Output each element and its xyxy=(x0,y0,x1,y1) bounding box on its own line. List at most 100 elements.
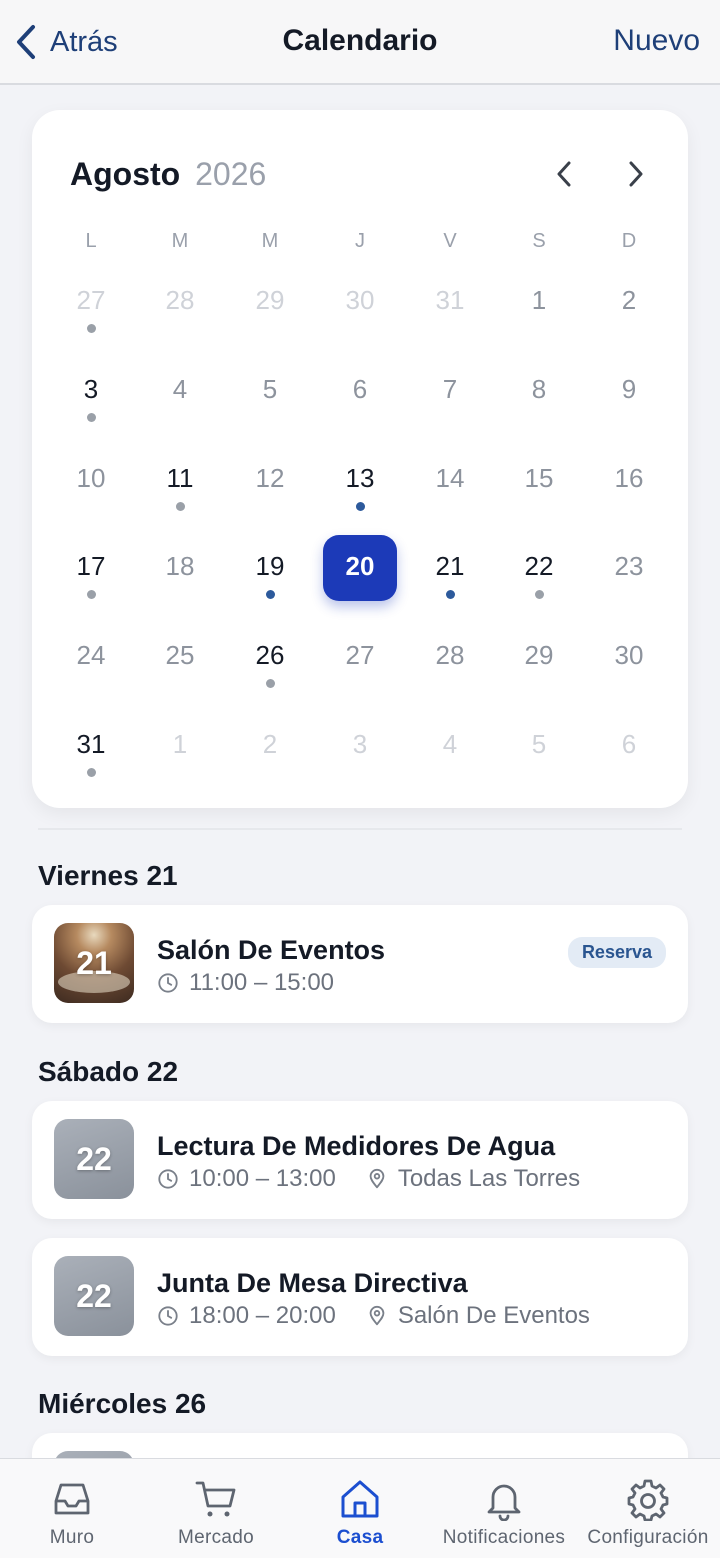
calendar-day[interactable]: 3 xyxy=(54,358,128,424)
event-card[interactable]: 22 Lectura De Medidores De Agua 10:00 – … xyxy=(32,1101,688,1219)
tab-configuracion[interactable]: Configuración xyxy=(576,1459,720,1558)
tab-casa[interactable]: Casa xyxy=(288,1459,432,1558)
event-dot xyxy=(86,324,96,333)
calendar-day[interactable]: 5 xyxy=(233,358,307,424)
calendar-day[interactable]: 6 xyxy=(323,358,397,424)
calendar-day[interactable]: 3 xyxy=(323,713,397,779)
day-number: 1 xyxy=(172,729,188,759)
calendar-day[interactable]: 7 xyxy=(413,358,487,424)
tab-mercado[interactable]: Mercado xyxy=(144,1459,288,1558)
calendar-day[interactable]: 28 xyxy=(413,624,487,690)
calendar-day[interactable]: 11 xyxy=(143,447,217,513)
calendar-day[interactable]: 27 xyxy=(54,269,128,335)
calendar-day[interactable]: 2 xyxy=(233,713,307,779)
event-meta: 18:00 – 20:00 Salón De Eventos xyxy=(157,1302,590,1330)
calendar-day[interactable]: 22 xyxy=(502,535,576,601)
calendar-day[interactable]: 23 xyxy=(592,535,666,601)
event-name: Lectura De Medidores De Agua xyxy=(157,1131,556,1161)
day-number: 28 xyxy=(435,640,465,670)
day-number: 1 xyxy=(531,285,547,315)
event-day-number: 21 xyxy=(76,944,112,981)
event-day-number: 22 xyxy=(76,1277,112,1314)
event-card[interactable]: 22 Junta De Mesa Directiva 18:00 – 20:00… xyxy=(32,1238,688,1356)
event-location: Salón De Eventos xyxy=(397,1302,590,1329)
calendar-day[interactable]: 16 xyxy=(592,447,666,513)
calendar-day[interactable]: 29 xyxy=(502,624,576,690)
calendar-day[interactable]: 4 xyxy=(413,713,487,779)
day-number: 25 xyxy=(165,640,195,670)
day-number: 3 xyxy=(83,374,99,404)
calendar-day[interactable]: 1 xyxy=(502,269,576,335)
calendar-day[interactable]: 30 xyxy=(323,269,397,335)
status-badge: Reserva xyxy=(567,937,666,968)
event-thumbnail: 22 xyxy=(54,1119,134,1199)
day-number: 2 xyxy=(262,729,278,759)
event-time: 10:00 – 13:00 xyxy=(189,1165,336,1192)
calendar-day[interactable]: 27 xyxy=(323,624,397,690)
calendar-day[interactable]: 18 xyxy=(143,535,217,601)
calendar-day[interactable]: 13 xyxy=(323,447,397,513)
day-number: 10 xyxy=(76,463,106,493)
event-time: 18:00 – 20:00 xyxy=(189,1302,336,1329)
calendar-day[interactable]: 4 xyxy=(143,358,217,424)
tab-label: Muro xyxy=(49,1527,95,1548)
day-number: 17 xyxy=(76,551,106,581)
calendar-day[interactable]: 9 xyxy=(592,358,666,424)
day-number: 3 xyxy=(352,729,368,759)
calendar-day[interactable]: 8 xyxy=(502,358,576,424)
weekday-label: M xyxy=(261,230,279,252)
day-number: 24 xyxy=(76,640,106,670)
event-card[interactable]: 21 Salón De Eventos 11:00 – 15:00 Reserv… xyxy=(32,905,688,1023)
calendar-day[interactable]: 26 xyxy=(233,624,307,690)
calendar-day[interactable]: 15 xyxy=(502,447,576,513)
day-number: 19 xyxy=(255,551,285,581)
calendar-day[interactable]: 25 xyxy=(143,624,217,690)
day-number: 9 xyxy=(621,374,637,404)
day-number: 6 xyxy=(621,729,637,759)
day-number: 13 xyxy=(345,463,375,493)
calendar-day[interactable]: 19 xyxy=(233,535,307,601)
clock-icon xyxy=(158,1306,178,1326)
calendar-day[interactable]: 2 xyxy=(592,269,666,335)
event-meta: 10:00 – 13:00 Todas Las Torres xyxy=(157,1165,580,1193)
tab-muro[interactable]: Muro xyxy=(0,1459,144,1558)
day-number: 14 xyxy=(435,463,465,493)
day-number: 5 xyxy=(531,729,547,759)
event-dot xyxy=(445,590,455,599)
section-title: Viernes 21 xyxy=(38,860,178,891)
calendar-day[interactable]: 24 xyxy=(54,624,128,690)
calendar-day[interactable]: 5 xyxy=(502,713,576,779)
calendar-day[interactable]: 28 xyxy=(143,269,217,335)
day-number: 6 xyxy=(352,374,368,404)
calendar-day[interactable]: 6 xyxy=(592,713,666,779)
day-number: 28 xyxy=(165,285,195,315)
calendar-day-selected[interactable]: 20 xyxy=(323,535,397,601)
chevron-left-icon xyxy=(557,161,571,187)
weekday-label: M xyxy=(171,230,189,252)
day-number: 23 xyxy=(614,551,644,581)
day-number: 11 xyxy=(166,463,194,493)
day-number: 27 xyxy=(76,285,106,315)
calendar-day[interactable]: 21 xyxy=(413,535,487,601)
next-month-button[interactable] xyxy=(616,154,656,194)
tab-notificaciones[interactable]: Notificaciones xyxy=(432,1459,576,1558)
calendar-day[interactable]: 14 xyxy=(413,447,487,513)
event-location-wrap: Todas Las Torres xyxy=(366,1165,580,1193)
calendar-day[interactable]: 30 xyxy=(592,624,666,690)
calendar-day[interactable]: 1 xyxy=(143,713,217,779)
divider xyxy=(38,828,682,830)
nav-header: Atrás Calendario Nuevo xyxy=(0,0,720,85)
prev-month-button[interactable] xyxy=(544,154,584,194)
calendar-day[interactable]: 31 xyxy=(54,713,128,779)
event-location-wrap: Salón De Eventos xyxy=(366,1302,590,1330)
calendar-day[interactable]: 10 xyxy=(54,447,128,513)
event-time: 11:00 – 15:00 xyxy=(189,969,335,996)
event-name: Salón De Eventos xyxy=(157,935,386,965)
calendar-day[interactable]: 17 xyxy=(54,535,128,601)
clock-icon xyxy=(158,973,178,993)
calendar-day[interactable]: 31 xyxy=(413,269,487,335)
calendar-day[interactable]: 12 xyxy=(233,447,307,513)
new-button[interactable]: Nuevo xyxy=(613,24,700,58)
calendar-day[interactable]: 29 xyxy=(233,269,307,335)
page-title: Calendario xyxy=(282,24,438,57)
